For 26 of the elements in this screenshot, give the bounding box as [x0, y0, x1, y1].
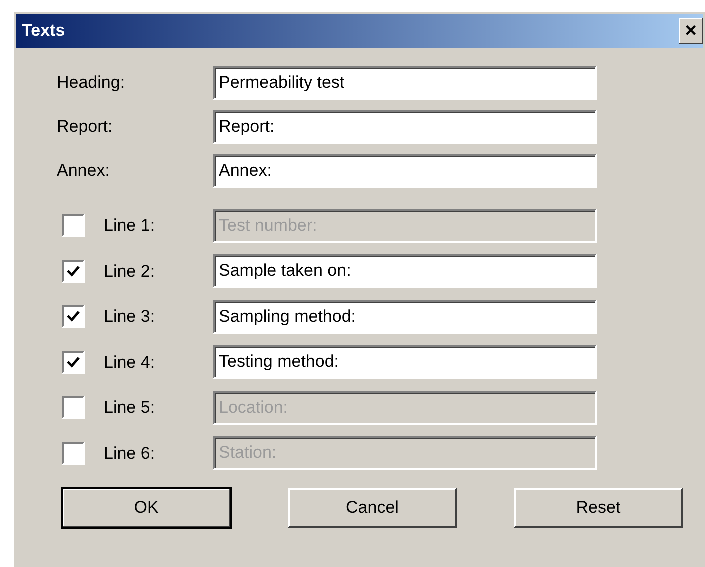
check-icon [67, 264, 80, 278]
checkbox[interactable] [62, 350, 85, 374]
dialog-button[interactable]: OK [62, 488, 231, 528]
line-label: Line 4: [104, 352, 156, 374]
dialog-button[interactable]: Reset [514, 488, 683, 528]
input-field[interactable]: Sampling method: [213, 300, 597, 334]
input-field[interactable]: Sample taken on: [213, 254, 597, 288]
line-label: Line 5: [104, 397, 156, 419]
input-field[interactable]: Testing method: [213, 345, 597, 380]
field-label: Heading: [57, 72, 126, 94]
line-label: Line 1: [104, 215, 156, 237]
input-field[interactable]: Annex: [213, 154, 597, 188]
field-label: Report: [57, 116, 114, 138]
input-field[interactable]: Permeability test [213, 66, 597, 100]
check-icon [67, 356, 80, 369]
checkbox[interactable] [62, 305, 85, 328]
line-label: Line 3: [104, 306, 156, 328]
window-title: Texts [22, 20, 66, 42]
line-label: Line 2: [104, 260, 156, 282]
input-field[interactable]: Report: [213, 110, 597, 144]
line-label: Line 6: [104, 442, 156, 464]
close-button[interactable]: × [679, 18, 703, 44]
dialog-button[interactable]: Cancel [288, 488, 457, 528]
check-icon [67, 310, 80, 324]
field-label: Annex: [57, 160, 111, 182]
checkbox[interactable] [62, 260, 85, 283]
